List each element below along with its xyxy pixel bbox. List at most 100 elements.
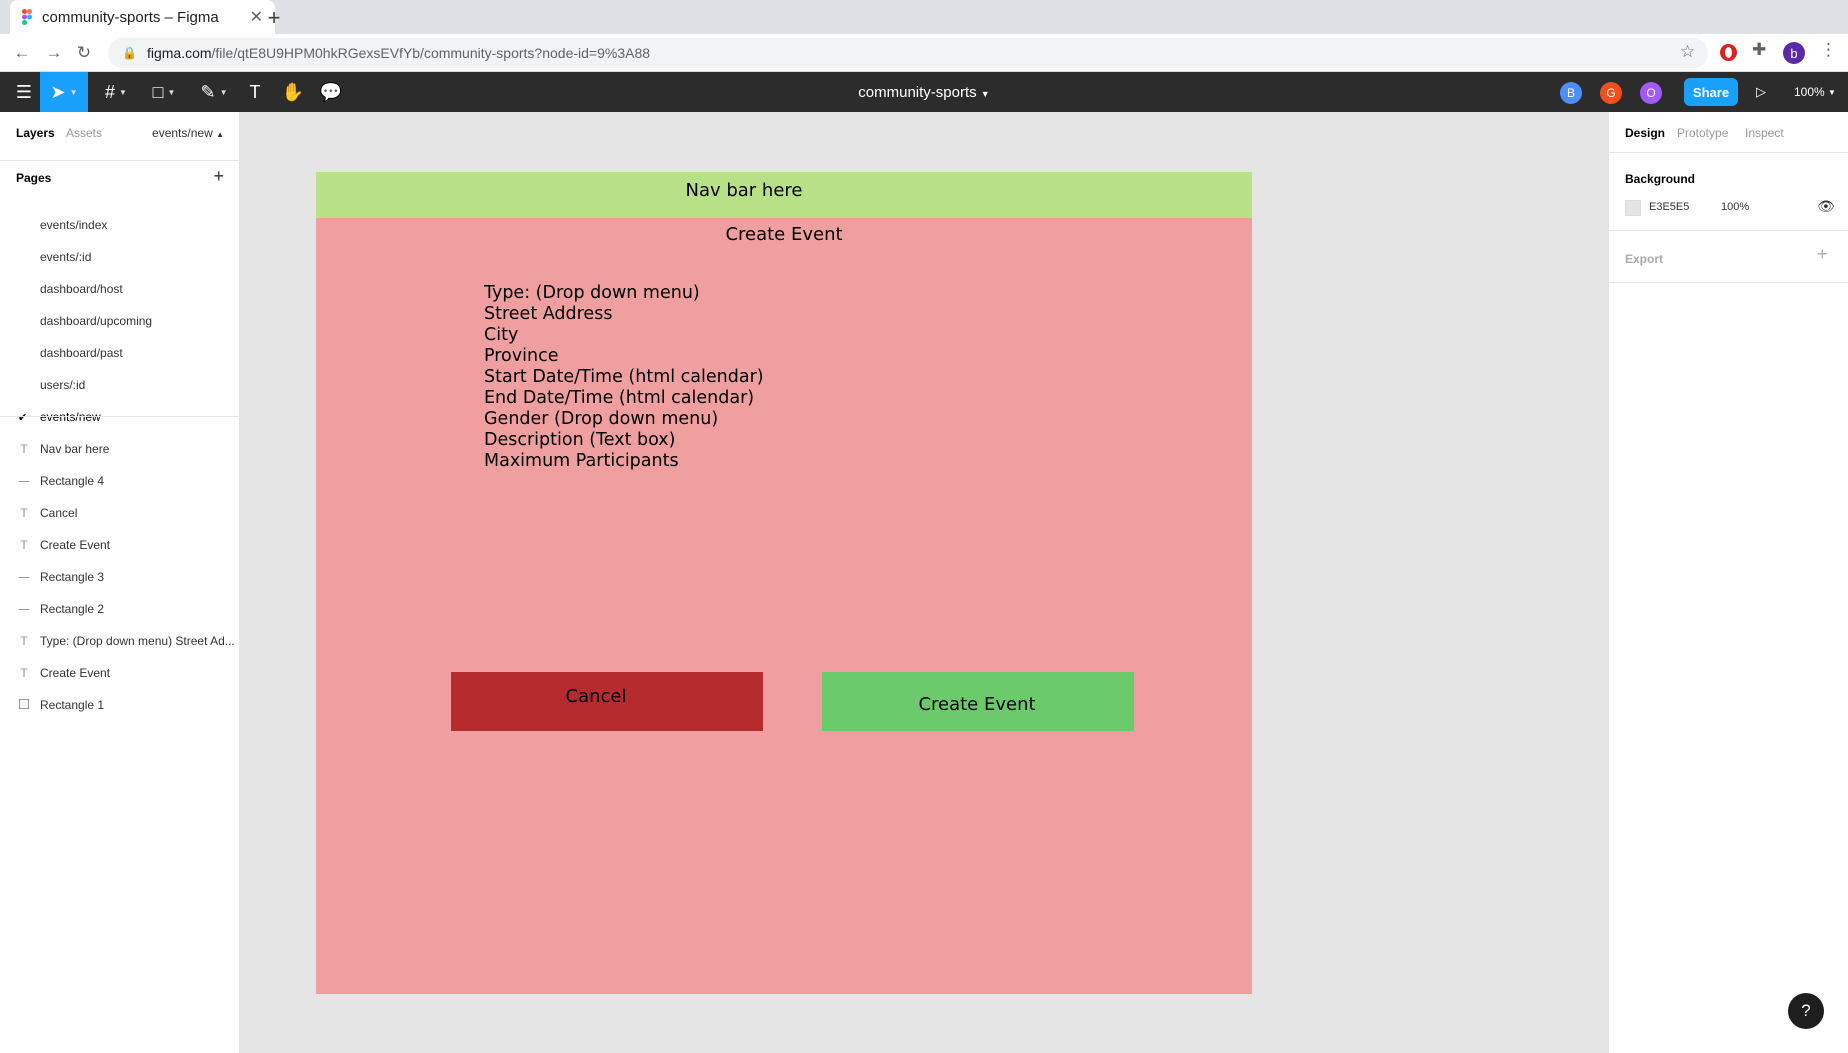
- hand-tool-icon[interactable]: ✋: [278, 72, 308, 112]
- forward-icon[interactable]: →: [42, 41, 66, 65]
- zoom-dropdown[interactable]: 100% ▼: [1794, 72, 1836, 112]
- nav-bar-text[interactable]: Nav bar here: [316, 180, 1172, 201]
- comment-tool-icon[interactable]: 💬: [316, 72, 346, 112]
- pen-tool-icon[interactable]: ✎ ▼: [194, 72, 234, 112]
- reload-icon[interactable]: ↻: [72, 41, 96, 65]
- address-bar[interactable]: 🔒 figma.com/file/qtE8U9HPM0hkRGexsEVfYb/…: [108, 38, 1708, 68]
- field-line: Start Date/Time (html calendar): [484, 367, 764, 387]
- check-icon: ✔: [18, 411, 28, 424]
- field-line: End Date/Time (html calendar): [484, 388, 755, 408]
- nav-bar-rectangle[interactable]: Nav bar here: [316, 172, 1252, 218]
- layer-label: Create Event: [40, 666, 111, 680]
- layer-label: Rectangle 1: [40, 698, 105, 712]
- frame-tool-icon[interactable]: # ▼: [96, 72, 136, 112]
- page-item-dashboard-past[interactable]: dashboard/past: [0, 337, 240, 369]
- layer-item[interactable]: Rectangle 1: [0, 689, 240, 721]
- layer-item[interactable]: Rectangle 2: [0, 593, 240, 625]
- background-hex-input[interactable]: E3E5E5: [1649, 201, 1689, 213]
- add-export-icon[interactable]: +: [1817, 244, 1828, 265]
- browser-menu-icon[interactable]: ⋮: [1820, 40, 1837, 60]
- layer-item[interactable]: Rectangle 4: [0, 465, 240, 497]
- text-layer-icon: T: [20, 538, 28, 552]
- left-panel: Layers Assets events/new ▲ Pages + event…: [0, 112, 240, 1053]
- layer-label: Rectangle 4: [40, 474, 105, 488]
- create-event-frame[interactable]: Nav bar here Create Event Type: (Drop do…: [316, 172, 1252, 994]
- help-button[interactable]: ?: [1788, 993, 1824, 1029]
- profile-avatar[interactable]: b: [1783, 42, 1805, 64]
- background-opacity-input[interactable]: 100%: [1721, 201, 1749, 213]
- new-tab-icon[interactable]: +: [260, 4, 288, 32]
- opera-extension-icon[interactable]: [1720, 44, 1737, 61]
- page-item-events-index[interactable]: events/index: [0, 209, 240, 241]
- chevron-down-icon: ▼: [1828, 87, 1836, 97]
- tab-assets[interactable]: Assets: [66, 126, 102, 140]
- layer-item[interactable]: T Create Event: [0, 529, 240, 561]
- layer-item[interactable]: T Type: (Drop down menu) Street Ad...: [0, 625, 240, 657]
- background-color-swatch[interactable]: [1625, 200, 1641, 216]
- move-tool-icon[interactable]: ➤ ▼: [40, 72, 88, 112]
- figma-toolbar: ☰ ➤ ▼ # ▼ □ ▼ ✎ ▼ T ✋ 💬 community-sports ▼ B…: [0, 72, 1848, 112]
- tab-inspect[interactable]: Inspect: [1745, 126, 1784, 140]
- line-layer-icon: [16, 602, 32, 616]
- share-button[interactable]: Share: [1684, 78, 1738, 106]
- frame-title-text[interactable]: Create Event: [316, 224, 1252, 245]
- design-canvas[interactable]: Nav bar here Create Event Type: (Drop do…: [240, 112, 1608, 1053]
- page-label: dashboard/past: [40, 346, 123, 360]
- browser-tab[interactable]: community-sports – Figma ✕: [10, 0, 275, 34]
- url-text: figma.com/file/qtE8U9HPM0hkRGexsEVfYb/co…: [146, 45, 651, 61]
- current-page-selector[interactable]: events/new ▲: [152, 126, 224, 140]
- layer-label: Type: (Drop down menu) Street Ad...: [40, 634, 235, 648]
- layer-item[interactable]: T Create Event: [0, 657, 240, 689]
- back-icon[interactable]: ←: [10, 41, 34, 65]
- page-label: dashboard/upcoming: [40, 314, 153, 328]
- pages-heading: Pages: [16, 171, 52, 185]
- shape-tool-icon[interactable]: □ ▼: [144, 72, 184, 112]
- collaborator-avatar-g[interactable]: G: [1600, 82, 1622, 104]
- page-item-events-new[interactable]: ✔ events/new: [0, 401, 240, 433]
- present-play-icon[interactable]: ▷: [1756, 72, 1766, 112]
- left-panel-tabs: Layers Assets events/new ▲: [0, 112, 240, 152]
- page-item-events-id[interactable]: events/:id: [0, 241, 240, 273]
- layer-label: Rectangle 2: [40, 602, 105, 616]
- page-label: events/index: [40, 218, 108, 232]
- cancel-button-rectangle[interactable]: Cancel: [451, 672, 763, 731]
- page-item-dashboard-upcoming[interactable]: dashboard/upcoming: [0, 305, 240, 337]
- layer-label: Cancel: [40, 506, 78, 520]
- add-page-icon[interactable]: +: [213, 166, 224, 187]
- extensions-puzzle-icon[interactable]: ✚: [1752, 40, 1766, 60]
- text-layer-icon: T: [20, 666, 28, 680]
- text-layer-icon: T: [20, 506, 28, 520]
- field-line: Gender (Drop down menu): [484, 409, 719, 429]
- field-line: Province: [484, 346, 559, 366]
- field-line: Description (Text box): [484, 430, 676, 450]
- text-layer-icon: T: [20, 442, 28, 456]
- browser-tab-title: community-sports – Figma: [42, 8, 219, 26]
- right-panel-divider: [1609, 152, 1848, 153]
- text-tool-icon[interactable]: T: [240, 72, 270, 112]
- page-label: events/new: [40, 410, 101, 424]
- figma-favicon-icon: [22, 9, 32, 25]
- lock-icon: 🔒: [122, 46, 137, 60]
- form-fields-text[interactable]: Type: (Drop down menu) Street Address Ci…: [484, 283, 764, 472]
- rectangle-layer-icon: [16, 698, 32, 712]
- tab-design[interactable]: Design: [1625, 126, 1665, 140]
- tab-prototype[interactable]: Prototype: [1677, 126, 1728, 140]
- main-menu-icon[interactable]: ☰: [8, 72, 40, 112]
- page-item-dashboard-host[interactable]: dashboard/host: [0, 273, 240, 305]
- line-layer-icon: [16, 474, 32, 488]
- export-heading: Export: [1625, 252, 1664, 266]
- tab-layers[interactable]: Layers: [16, 126, 55, 140]
- layer-item[interactable]: T Nav bar here: [0, 433, 240, 465]
- text-layer-icon: T: [20, 634, 28, 648]
- collaborator-avatar-o[interactable]: O: [1640, 82, 1662, 104]
- background-heading: Background: [1625, 172, 1696, 186]
- visibility-eye-icon[interactable]: 👁: [1817, 198, 1835, 215]
- page-item-users-id[interactable]: users/:id: [0, 369, 240, 401]
- bookmark-star-icon[interactable]: ☆: [1680, 42, 1695, 62]
- layer-item[interactable]: T Cancel: [0, 497, 240, 529]
- layer-item[interactable]: Rectangle 3: [0, 561, 240, 593]
- create-event-button-rectangle[interactable]: Create Event: [822, 672, 1134, 731]
- file-name[interactable]: community-sports ▼: [858, 84, 989, 101]
- collaborator-avatar-b[interactable]: B: [1560, 82, 1582, 104]
- page-label: dashboard/host: [40, 282, 123, 296]
